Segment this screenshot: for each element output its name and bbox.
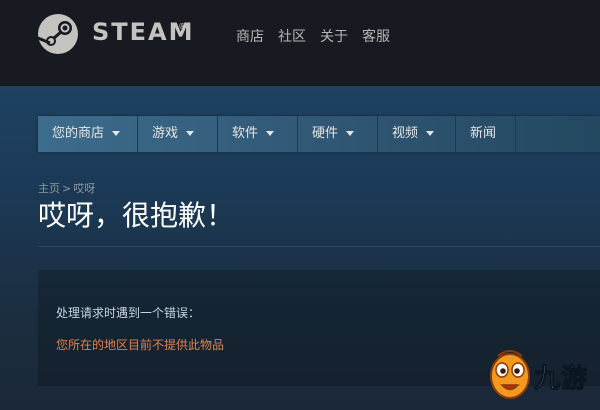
- store-tab-games[interactable]: 游戏: [138, 116, 218, 152]
- store-tab-label: 视频: [392, 126, 419, 141]
- chevron-down-icon: [426, 131, 435, 136]
- error-message: 您所在的地区目前不提供此物品: [56, 338, 225, 352]
- store-tab-label: 游戏: [152, 126, 179, 141]
- store-tab-news[interactable]: 新闻: [456, 116, 516, 152]
- page-title: 哎呀，很抱歉！: [38, 199, 235, 232]
- store-tab-hardware[interactable]: 硬件: [298, 116, 378, 152]
- top-nav: 商店 社区 关于 客服: [236, 26, 390, 46]
- top-nav-store[interactable]: 商店: [236, 26, 264, 46]
- store-tab-label: 您的商店: [52, 126, 105, 141]
- store-nav-bar: 您的商店 游戏 软件 硬件 视频 新闻: [38, 116, 600, 152]
- store-tab-software[interactable]: 软件: [218, 116, 298, 152]
- chevron-down-icon: [266, 131, 275, 136]
- top-bar: STEAM ® 商店 社区 关于 客服: [0, 0, 600, 86]
- chevron-down-icon: [186, 131, 195, 136]
- chevron-down-icon: [112, 131, 121, 136]
- top-nav-support[interactable]: 客服: [362, 26, 390, 46]
- watermark-text: 九游: [533, 364, 589, 395]
- top-nav-community[interactable]: 社区: [278, 26, 306, 46]
- store-tab-your-store[interactable]: 您的商店: [38, 116, 138, 152]
- chevron-down-icon: [346, 131, 355, 136]
- store-tab-label: 新闻: [470, 126, 497, 141]
- store-tab-label: 硬件: [312, 126, 339, 141]
- store-tab-label: 软件: [232, 126, 259, 141]
- mascot-watermark-icon: [490, 350, 530, 399]
- store-tab-videos[interactable]: 视频: [378, 116, 456, 152]
- divider: [38, 246, 600, 247]
- registered-mark: ®: [178, 22, 186, 31]
- top-nav-about[interactable]: 关于: [320, 26, 348, 46]
- error-heading: 处理请求时遇到一个错误：: [56, 306, 201, 320]
